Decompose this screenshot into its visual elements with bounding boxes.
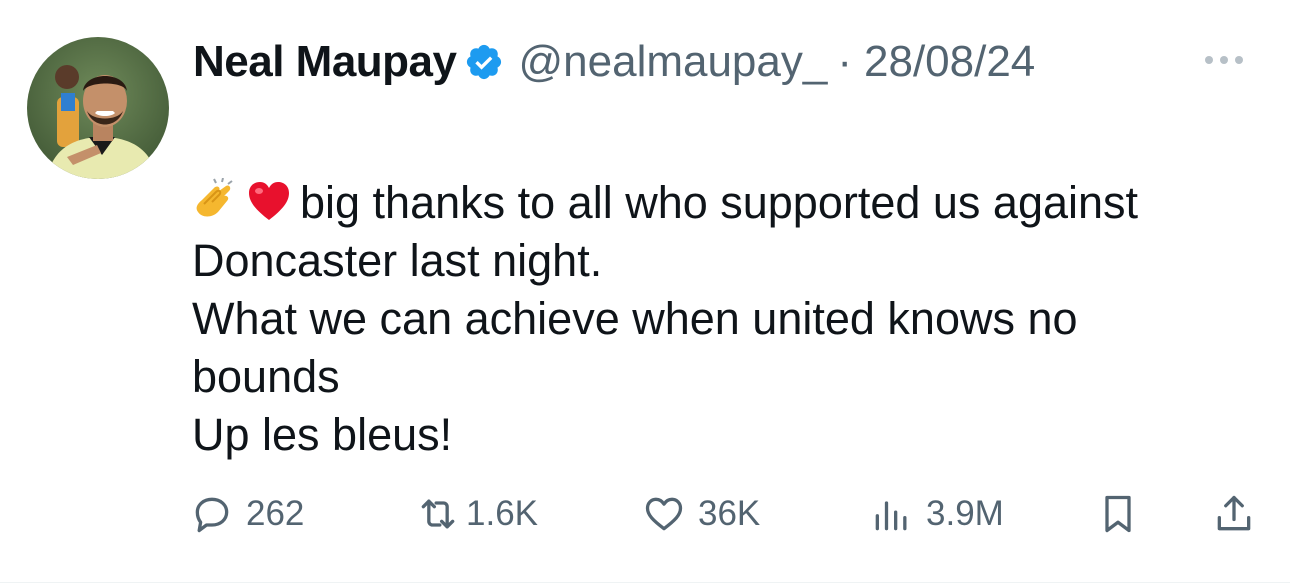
author-handle[interactable]: @nealmaupay_: [518, 37, 827, 87]
like-button[interactable]: 36K: [642, 490, 760, 538]
reply-count: 262: [246, 494, 305, 533]
red-heart-emoji: [246, 178, 292, 224]
author-display-name[interactable]: Neal Maupay: [193, 37, 457, 87]
views-icon: [870, 492, 914, 536]
repost-button[interactable]: 1.6K: [416, 490, 538, 538]
repost-icon: [416, 492, 460, 536]
verified-badge-icon: [464, 42, 504, 82]
reply-icon: [190, 492, 234, 536]
tweet-actions: 262 1.6K 36K 3.9M: [190, 490, 1260, 538]
header-separator: ·: [837, 37, 852, 86]
reply-button[interactable]: 262: [190, 490, 304, 538]
avatar-image: [27, 37, 169, 179]
tweet-text: big thanks to all who supported us again…: [192, 174, 1262, 464]
bookmark-button[interactable]: [1096, 490, 1140, 538]
views-count: 3.9M: [926, 494, 1004, 533]
like-count: 36K: [698, 494, 761, 533]
tweet-date[interactable]: 28/08/24: [864, 37, 1035, 87]
tweet-card[interactable]: Neal Maupay @nealmaupay_ · 28/08/24 big …: [0, 0, 1290, 583]
tweet-header: Neal Maupay @nealmaupay_ · 28/08/24: [193, 34, 1035, 90]
tweet-text-line-1: big thanks to all who supported us again…: [300, 177, 1139, 228]
repost-count: 1.6K: [466, 494, 538, 533]
share-button[interactable]: [1212, 490, 1256, 538]
tweet-text-line-4: bounds: [192, 351, 340, 402]
tweet-text-line-5: Up les bleus!: [192, 409, 453, 460]
share-icon: [1212, 492, 1256, 536]
like-icon: [642, 492, 686, 536]
views-button[interactable]: 3.9M: [870, 490, 1004, 538]
tweet-text-line-3: What we can achieve when united knows no: [192, 293, 1078, 344]
tweet-text-line-2: Doncaster last night.: [192, 235, 603, 286]
avatar[interactable]: [27, 37, 169, 179]
bookmark-icon: [1096, 492, 1140, 536]
tweet-text-line: big thanks to all who supported us again…: [192, 174, 1262, 232]
clapping-hands-emoji: [192, 177, 238, 224]
more-icon[interactable]: [1202, 50, 1246, 70]
